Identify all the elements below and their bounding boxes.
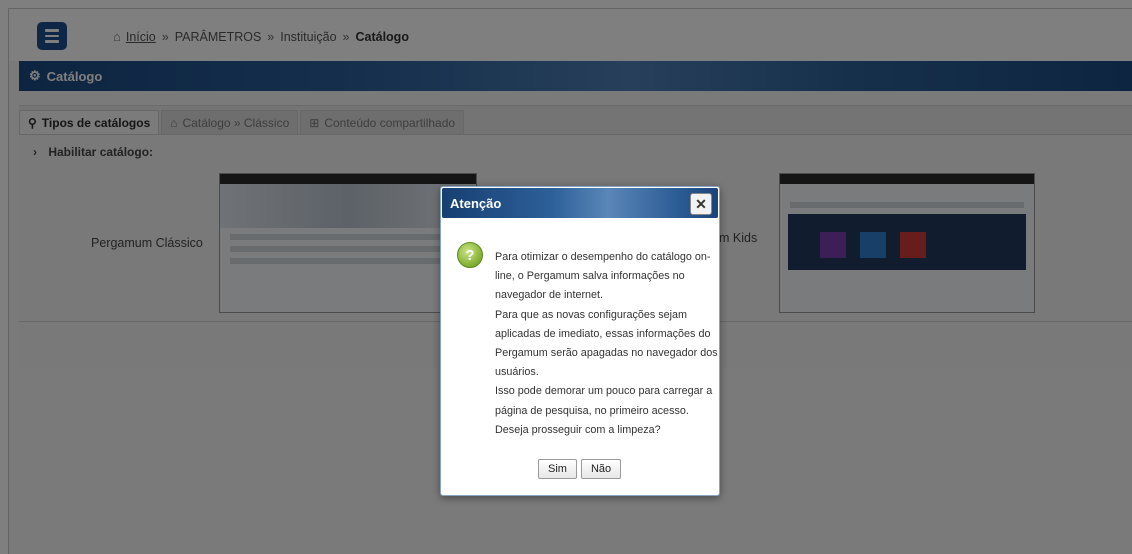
- no-button[interactable]: Não: [580, 459, 622, 479]
- message-line: Deseja prosseguir com a limpeza?: [495, 423, 661, 436]
- help-icon: ?: [457, 242, 483, 268]
- message-line: página de pesquisa, no primeiro acesso.: [495, 404, 689, 417]
- message-line: Para otimizar o desempenho do catálogo o…: [495, 251, 711, 263]
- message-line: line, o Pergamum salva informações no: [495, 270, 685, 283]
- message-line: Isso pode demorar um pouco para carregar…: [495, 385, 713, 398]
- message-line: Para que as novas configurações sejam: [495, 308, 688, 321]
- message-line: usuários.: [495, 366, 539, 379]
- yes-button[interactable]: Sim: [538, 459, 577, 479]
- attention-dialog: Atenção ✕ ? Para otimizar o desempenho d…: [440, 186, 720, 496]
- message-line: navegador de internet.: [495, 289, 604, 302]
- message-line: aplicadas de imediato, essas informações…: [495, 327, 711, 340]
- close-icon[interactable]: ✕: [690, 193, 712, 215]
- message-line: Pergamum serão apagadas no navegador dos: [495, 347, 718, 360]
- dialog-titlebar: Atenção ✕: [442, 188, 718, 218]
- dialog-title: Atenção: [450, 195, 502, 211]
- dialog-buttons: Sim Não: [538, 459, 622, 479]
- dialog-message: Para otimizar o desempenho do catálogo o…: [495, 248, 718, 440]
